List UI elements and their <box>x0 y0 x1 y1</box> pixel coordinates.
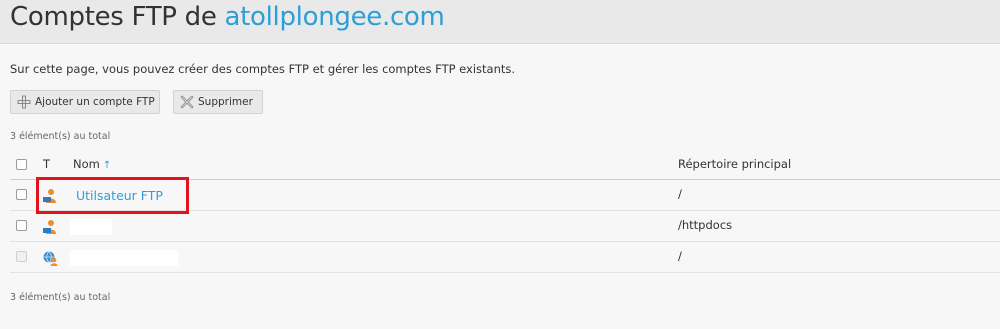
add-ftp-account-button[interactable]: Ajouter un compte FTP <box>10 90 160 114</box>
item-count-top: 3 élément(s) au total <box>10 131 111 142</box>
ftp-user-icon <box>42 219 58 235</box>
table-row: Utilsateur FTP / <box>10 180 1000 211</box>
add-ftp-account-label: Ajouter un compte FTP <box>35 96 155 108</box>
delete-icon <box>180 95 194 109</box>
ftp-account-directory: / <box>678 187 682 201</box>
ftp-account-directory: / <box>678 249 682 263</box>
page-title-prefix: Comptes FTP de <box>10 2 225 32</box>
name-column-header[interactable]: Nom ↑ <box>73 157 111 171</box>
delete-label: Supprimer <box>198 96 253 108</box>
row-checkbox[interactable] <box>16 220 27 231</box>
add-icon <box>17 95 31 109</box>
redacted-account-name <box>70 219 112 235</box>
table-header-row: T Nom ↑ Répertoire principal <box>10 150 1000 180</box>
select-all-checkbox[interactable] <box>16 159 27 170</box>
web-user-icon <box>42 250 58 266</box>
ftp-account-name[interactable]: Utilsateur FTP <box>76 188 163 203</box>
table-row: /httpdocs <box>10 211 1000 242</box>
redacted-account-name <box>70 250 178 266</box>
name-column-label: Nom <box>73 157 100 171</box>
ftp-account-directory: /httpdocs <box>678 218 733 232</box>
sort-ascending-icon: ↑ <box>102 160 112 171</box>
item-count-bottom: 3 élément(s) au total <box>10 292 111 303</box>
page-title: Comptes FTP de atollplongee.com <box>10 2 445 32</box>
page-header: Comptes FTP de atollplongee.com <box>0 0 1000 44</box>
directory-column-header[interactable]: Répertoire principal <box>678 157 791 171</box>
ftp-user-icon <box>42 188 58 204</box>
delete-button[interactable]: Supprimer <box>173 90 263 114</box>
row-checkbox[interactable] <box>16 189 27 200</box>
ftp-accounts-table: T Nom ↑ Répertoire principal Utilsateur F… <box>10 150 1000 273</box>
type-column-header[interactable]: T <box>43 157 50 171</box>
table-row: / <box>10 242 1000 273</box>
domain-link[interactable]: atollplongee.com <box>224 2 444 32</box>
intro-text: Sur cette page, vous pouvez créer des co… <box>10 62 516 76</box>
row-checkbox-disabled <box>16 251 27 262</box>
